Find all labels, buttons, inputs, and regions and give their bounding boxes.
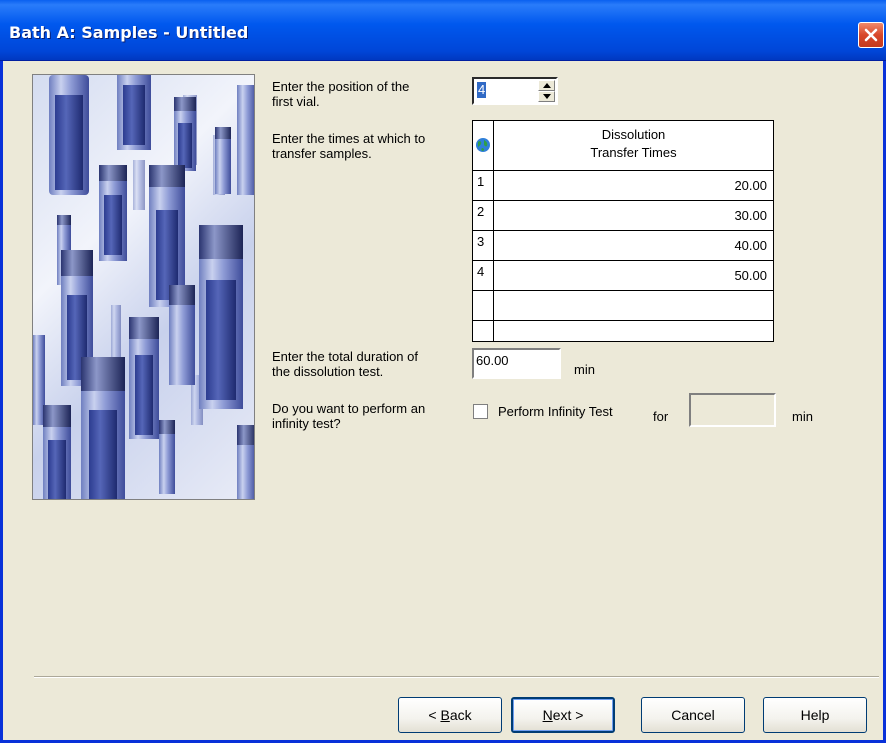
first-vial-prompt: Enter the position of the first vial. — [272, 79, 410, 109]
row-number — [473, 321, 494, 341]
globe-icon — [476, 138, 490, 152]
infinity-duration-input[interactable] — [689, 393, 776, 427]
back-button[interactable]: < Back — [398, 697, 502, 733]
table-row[interactable]: 4 50.00 — [473, 261, 773, 291]
infinity-prompt: Do you want to perform an infinity test? — [272, 401, 426, 431]
button-separator — [34, 676, 879, 678]
row-number: 4 — [473, 261, 494, 290]
cancel-button[interactable]: Cancel — [641, 697, 745, 733]
row-number: 2 — [473, 201, 494, 230]
triangle-down-icon — [543, 94, 551, 99]
table-row[interactable] — [473, 291, 773, 321]
transfer-time-cell[interactable]: 20.00 — [494, 171, 773, 200]
transfer-times-grid[interactable]: Dissolution Transfer Times 1 20.00 2 30.… — [472, 120, 774, 342]
spin-up-button[interactable] — [538, 80, 555, 91]
row-number: 3 — [473, 231, 494, 260]
first-vial-spinner[interactable]: 4 — [472, 77, 558, 105]
first-vial-value[interactable]: 4 — [477, 82, 487, 98]
row-number — [473, 291, 494, 320]
close-icon — [864, 28, 878, 42]
transfer-time-cell[interactable]: 40.00 — [494, 231, 773, 260]
window-title: Bath A: Samples - Untitled — [9, 23, 249, 42]
title-bar[interactable]: Bath A: Samples - Untitled — [0, 0, 886, 61]
transfer-time-cell[interactable] — [494, 291, 773, 320]
duration-prompt: Enter the total duration of the dissolut… — [272, 349, 418, 379]
infinity-for-label: for — [653, 409, 669, 424]
row-number: 1 — [473, 171, 494, 200]
table-row[interactable]: 1 20.00 — [473, 171, 773, 201]
spin-down-button[interactable] — [538, 91, 555, 102]
table-row[interactable]: 3 40.00 — [473, 231, 773, 261]
duration-unit: min — [574, 362, 595, 377]
infinity-test-checkbox[interactable] — [473, 404, 488, 419]
dialog-window: Bath A: Samples - Untitled Enter the pos… — [0, 0, 886, 743]
vials-image — [33, 75, 254, 499]
vials-illustration — [32, 74, 255, 500]
transfer-time-cell[interactable]: 30.00 — [494, 201, 773, 230]
table-row[interactable]: 2 30.00 — [473, 201, 773, 231]
close-button[interactable] — [858, 22, 884, 48]
transfer-time-cell[interactable] — [494, 321, 773, 341]
help-button[interactable]: Help — [763, 697, 867, 733]
next-button[interactable]: Next > — [511, 697, 615, 733]
table-row[interactable] — [473, 321, 773, 341]
infinity-unit: min — [792, 409, 813, 424]
duration-input[interactable]: 60.00 — [472, 348, 561, 379]
infinity-test-label[interactable]: Perform Infinity Test — [498, 404, 613, 419]
grid-corner[interactable] — [473, 121, 494, 171]
triangle-up-icon — [543, 83, 551, 88]
grid-column-header[interactable]: Dissolution Transfer Times — [494, 121, 773, 171]
transfer-time-cell[interactable]: 50.00 — [494, 261, 773, 290]
transfer-times-prompt: Enter the times at which to transfer sam… — [272, 131, 426, 161]
